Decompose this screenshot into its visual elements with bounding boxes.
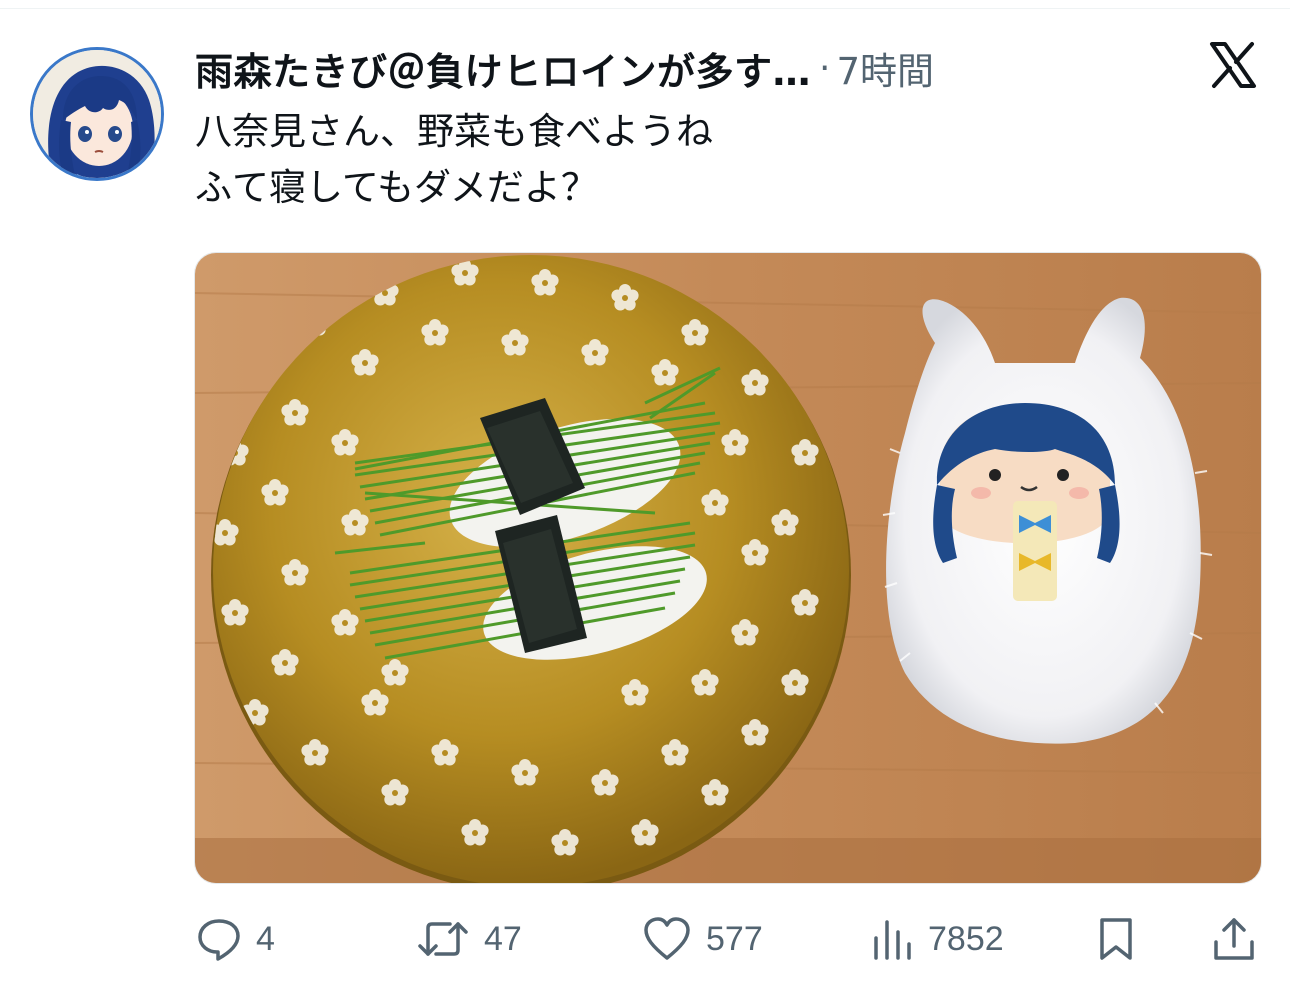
top-divider xyxy=(0,8,1290,9)
share-button[interactable] xyxy=(1212,912,1256,966)
views-bar-chart-icon xyxy=(874,920,911,960)
like-button[interactable]: 577 xyxy=(642,912,763,966)
retweet-icon xyxy=(418,922,468,956)
heart-icon xyxy=(644,917,690,960)
reply-button[interactable]: 4 xyxy=(196,912,275,966)
tweet-actions: 4 47 577 7852 xyxy=(0,900,1290,980)
tweet-text-line: 八奈見さん、野菜も食べようね xyxy=(195,110,713,153)
share-icon xyxy=(1214,918,1254,960)
bookmark-button[interactable] xyxy=(1096,912,1136,966)
views-button[interactable]: 7852 xyxy=(872,912,1004,966)
bookmark-icon xyxy=(1100,918,1132,960)
tweet-timestamp[interactable]: 7時間 xyxy=(836,41,934,95)
tweet-header: 雨森たきび＠負けヒロインが多す… · 7時間 xyxy=(195,38,934,98)
x-logo-icon xyxy=(1208,40,1258,90)
author-name[interactable]: 雨森たきび＠負けヒロインが多す… xyxy=(195,41,811,96)
photo-sushi-and-plush xyxy=(195,253,1261,883)
tweet-photo[interactable] xyxy=(194,252,1262,884)
avatar-illustration xyxy=(33,50,161,178)
tweet-text: 八奈見さん、野菜も食べようね ふて寝してもダメだよ？ xyxy=(195,104,713,216)
avatar[interactable] xyxy=(30,47,164,181)
header-separator: · xyxy=(819,47,831,89)
reply-icon xyxy=(198,919,240,961)
retweet-button[interactable]: 47 xyxy=(416,912,522,966)
tweet-text-line: ふて寝してもダメだよ？ xyxy=(195,166,598,209)
retweet-count: 47 xyxy=(484,919,522,958)
reply-count: 4 xyxy=(256,919,275,958)
like-count: 577 xyxy=(706,919,763,958)
views-count: 7852 xyxy=(928,919,1004,958)
